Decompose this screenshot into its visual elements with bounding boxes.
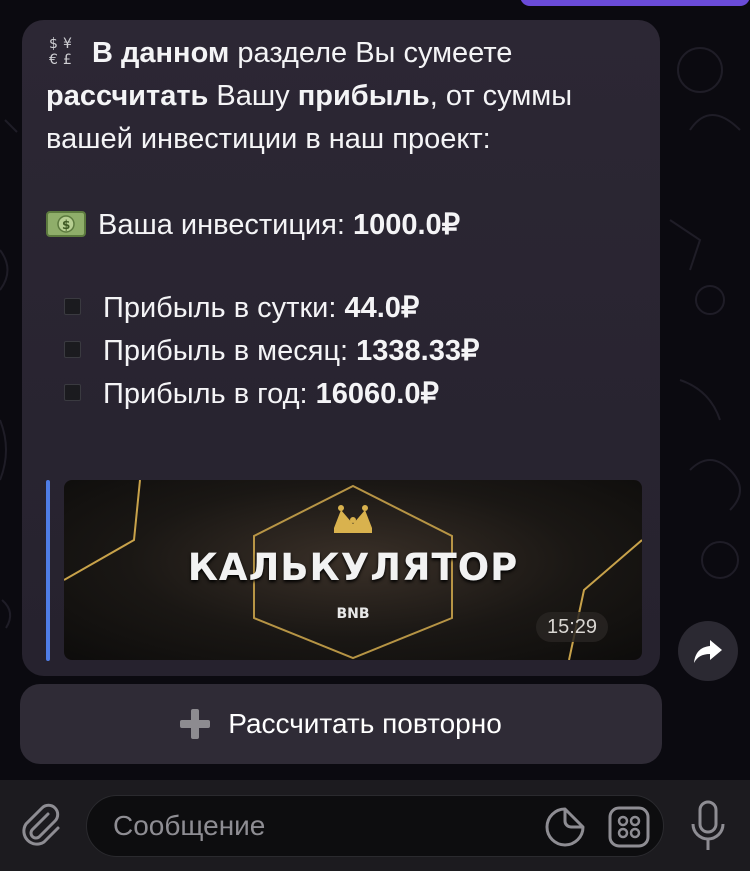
- profit-value: 44.0₽: [344, 292, 420, 324]
- svg-text:€: €: [49, 52, 58, 67]
- profit-row: Прибыль в месяц: 1338.33₽: [46, 330, 646, 373]
- svg-text:¥: ¥: [63, 36, 72, 52]
- profit-row: Прибыль в сутки: 44.0₽: [46, 287, 646, 330]
- top-pill-decoration: [520, 0, 750, 6]
- profit-label: Прибыль в сутки:: [103, 292, 345, 324]
- money-bill-icon: $: [46, 211, 86, 237]
- profit-value: 1338.33₽: [356, 335, 480, 367]
- investment-label: Ваша инвестиция:: [98, 209, 353, 241]
- paperclip-icon[interactable]: [18, 802, 64, 848]
- svg-text:£: £: [63, 52, 72, 67]
- preview-accent-bar: [46, 480, 50, 661]
- intro-paragraph: $ ¥ € £ В данном разделе Вы сумеете расс…: [46, 32, 646, 161]
- grid-icon[interactable]: [608, 806, 650, 848]
- svg-text:$: $: [62, 218, 70, 232]
- intro-bold-3: прибыль: [297, 80, 430, 112]
- share-button[interactable]: [678, 621, 738, 681]
- profit-value: 16060.0₽: [315, 378, 439, 410]
- investment-line: $ Ваша инвестиция: 1000.0₽: [46, 204, 646, 247]
- profit-label: Прибыль в месяц:: [103, 335, 357, 367]
- black-square-icon: [64, 384, 81, 401]
- message-bubble: $ ¥ € £ В данном разделе Вы сумеете расс…: [22, 20, 660, 676]
- black-square-icon: [64, 341, 81, 358]
- microphone-icon[interactable]: [688, 800, 728, 852]
- investment-value: 1000.0₽: [352, 209, 461, 241]
- intro-bold-2: рассчитать: [46, 80, 209, 112]
- recalculate-button[interactable]: Рассчитать повторно: [20, 684, 662, 764]
- intro-bold-1: В данном: [92, 37, 230, 69]
- plus-icon: [180, 709, 211, 739]
- intro-text-1: разделе Вы сумеете: [229, 37, 513, 69]
- message-composer: [0, 780, 750, 871]
- black-square-icon: [64, 298, 81, 315]
- profit-row: Прибыль в год: 16060.0₽: [46, 373, 646, 416]
- svg-text:$: $: [49, 36, 58, 52]
- preview-title: КАЛЬКУЛЯТОР: [187, 546, 519, 589]
- profit-label: Прибыль в год:: [103, 378, 316, 410]
- share-arrow-icon: [694, 640, 722, 663]
- sticker-icon[interactable]: [544, 806, 586, 848]
- intro-text-2: Вашу: [208, 80, 298, 112]
- currency-exchange-icon: $ ¥ € £: [46, 33, 80, 67]
- message-time: 15:29: [536, 612, 608, 642]
- recalculate-label: Рассчитать повторно: [228, 708, 502, 739]
- message-text: $ ¥ € £ В данном разделе Вы сумеете расс…: [46, 32, 646, 416]
